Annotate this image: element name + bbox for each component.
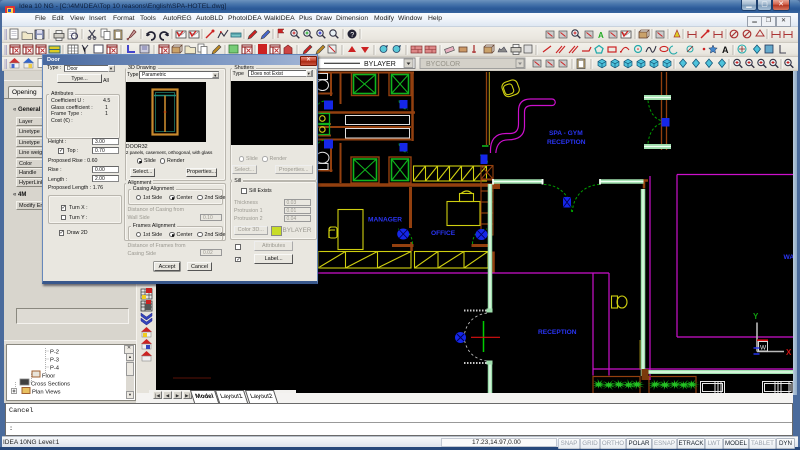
svg-text:OFFICE: OFFICE <box>431 230 456 237</box>
svg-text:P-3: P-3 <box>50 358 59 364</box>
svg-text:?: ? <box>350 32 354 39</box>
svg-text:A: A <box>598 31 604 40</box>
svg-text:Floor: Floor <box>42 374 55 380</box>
svg-text:RECEPTION: RECEPTION <box>538 329 577 336</box>
svg-text:P-2: P-2 <box>50 350 59 356</box>
svg-text:A: A <box>722 45 729 55</box>
svg-text:W: W <box>760 345 767 352</box>
svg-text:WAIT: WAIT <box>784 254 794 261</box>
svg-text:Cross Sections: Cross Sections <box>31 382 70 388</box>
svg-text:BYCOLOR: BYCOLOR <box>426 61 460 68</box>
svg-text:SPA - GYM: SPA - GYM <box>549 130 583 137</box>
svg-text:Y: Y <box>753 312 759 321</box>
svg-text:RECEPTION: RECEPTION <box>547 139 586 146</box>
svg-text:Plan Views: Plan Views <box>32 390 61 396</box>
svg-text:BYLAYER: BYLAYER <box>364 61 396 68</box>
svg-text:MANAGER: MANAGER <box>368 217 402 224</box>
svg-text:P-4: P-4 <box>50 366 60 372</box>
svg-text:X: X <box>786 348 792 357</box>
